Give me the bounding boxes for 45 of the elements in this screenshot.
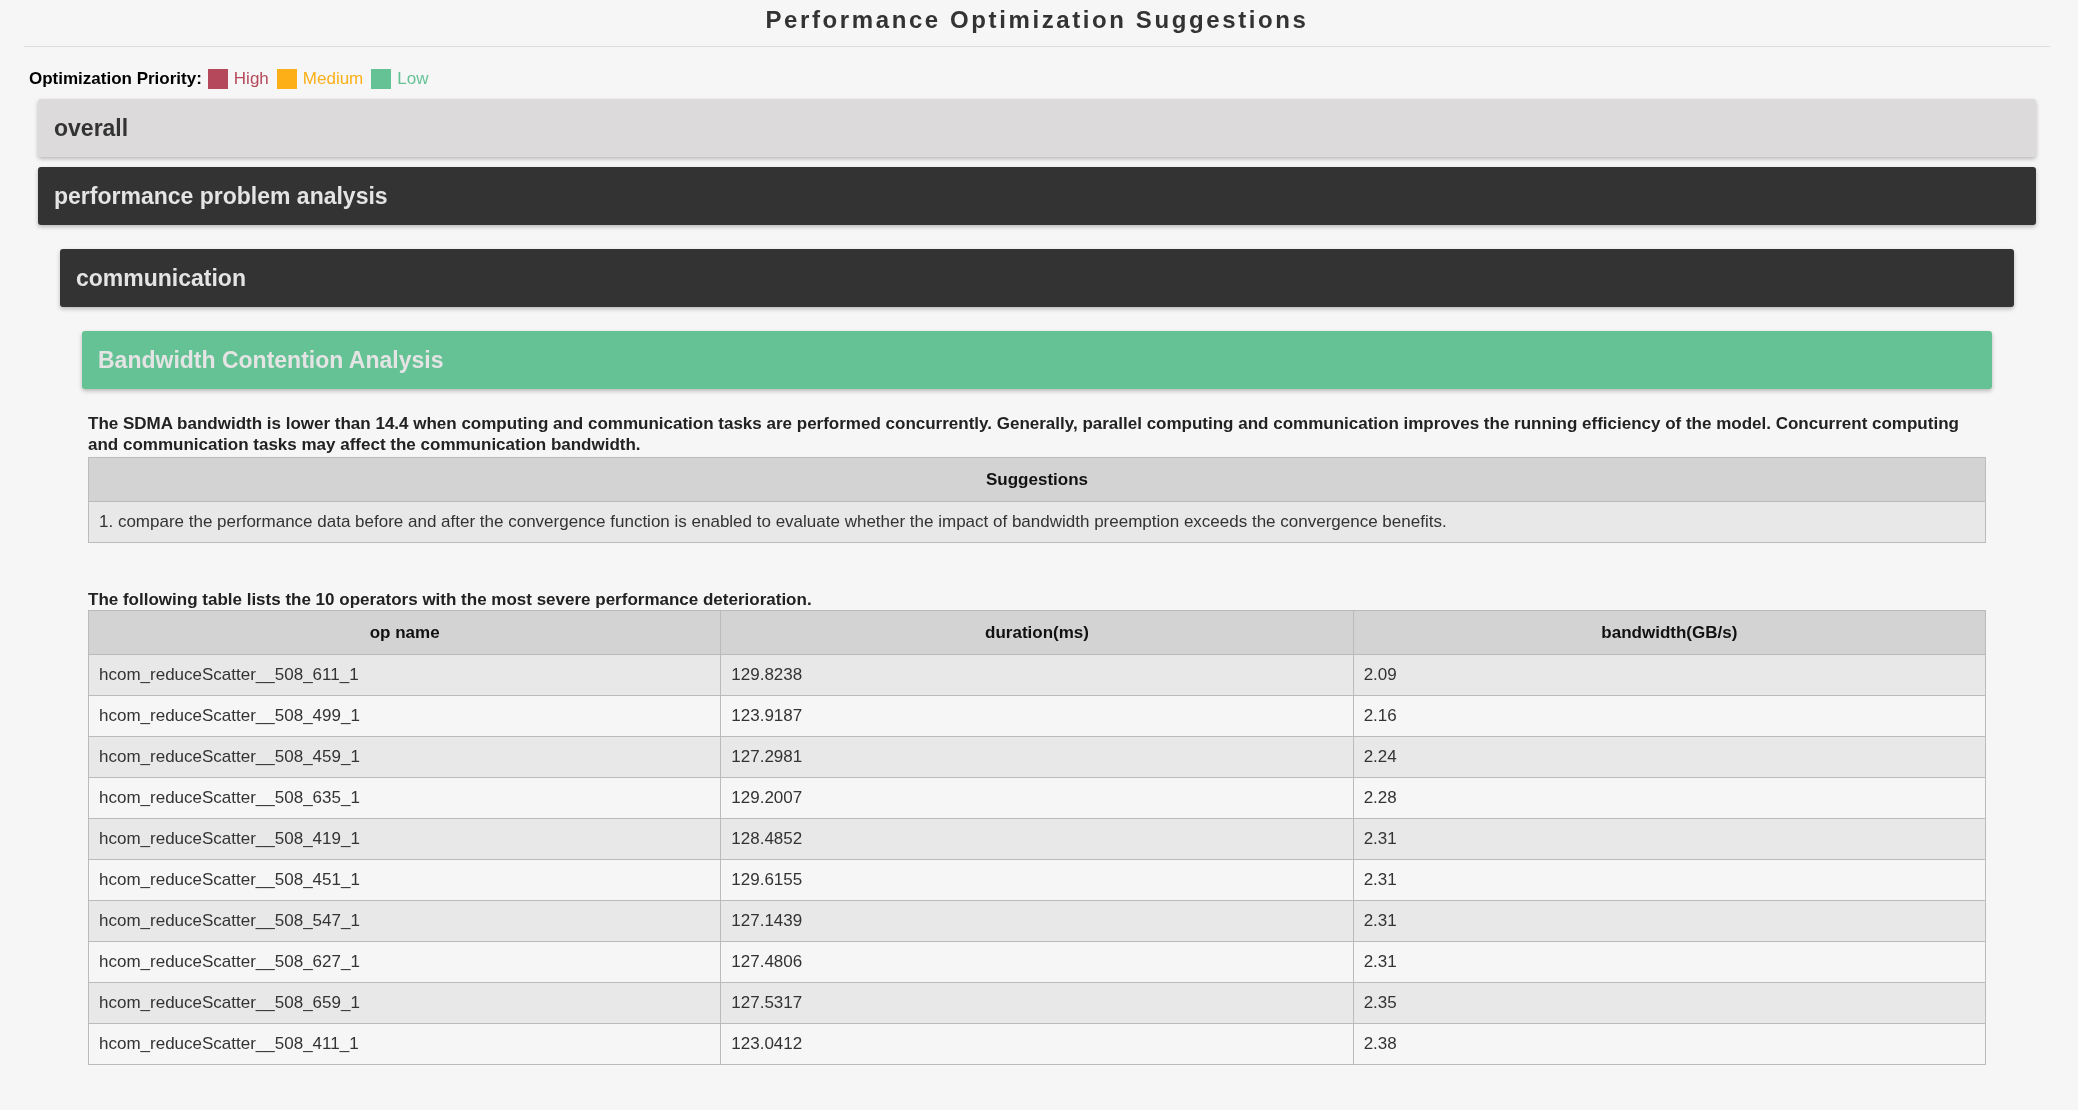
table-cell: 2.09: [1353, 654, 1986, 696]
table-cell: 127.4806: [720, 941, 1354, 983]
table-cell: 2.31: [1353, 818, 1986, 860]
table-cell: 129.6155: [720, 859, 1354, 901]
table-caption: The following table lists the 10 operators with the most severe performance deterioration.: [88, 589, 813, 610]
table-header: Suggestions: [88, 457, 1986, 502]
table-cell: hcom_reduceScatter__508_451_1: [88, 859, 721, 901]
table-cell: 2.38: [1353, 1023, 1986, 1065]
table-cell: 2.31: [1353, 900, 1986, 942]
table-cell: hcom_reduceScatter__508_499_1: [88, 695, 721, 737]
table-cell: hcom_reduceScatter__508_635_1: [88, 777, 721, 819]
priority-label: Medium: [302, 69, 364, 89]
table-cell: 127.5317: [720, 982, 1354, 1024]
table-cell: hcom_reduceScatter__508_419_1: [88, 818, 721, 860]
section-header[interactable]: overall: [38, 99, 2036, 157]
section-header[interactable]: performance problem analysis: [38, 167, 2036, 225]
table-cell: 128.4852: [720, 818, 1354, 860]
table-cell: 2.16: [1353, 695, 1986, 737]
table-cell: 1. compare the performance data before and after the convergence function is enabled to evaluate whether the impact of bandwidth preemption exceeds the convergence benefits.: [88, 501, 1986, 543]
table-cell: hcom_reduceScatter__508_411_1: [88, 1023, 721, 1065]
page-title: Performance Optimization Suggestions: [765, 6, 1309, 34]
table-cell: hcom_reduceScatter__508_547_1: [88, 900, 721, 942]
table-header: bandwidth(GB/s): [1353, 610, 1986, 655]
table-cell: hcom_reduceScatter__508_459_1: [88, 736, 721, 778]
table-header: op name: [88, 610, 721, 655]
section-header[interactable]: communication: [60, 249, 2014, 307]
table-cell: hcom_reduceScatter__508_659_1: [88, 982, 721, 1024]
table-cell: hcom_reduceScatter__508_627_1: [88, 941, 721, 983]
table-cell: 127.2981: [720, 736, 1354, 778]
legend-label: Optimization Priority:: [29, 69, 202, 89]
table-header: duration(ms): [720, 610, 1354, 655]
issue-description: The SDMA bandwidth is lower than 14.4 when computing and communication tasks are performed concurrently. Generally, parallel computing and communication improves the running efficiency of the model. Concurrent computing and communication tasks may affect the communication bandwidth.: [88, 413, 1960, 455]
table-cell: 123.9187: [720, 695, 1354, 737]
table-cell: 2.31: [1353, 859, 1986, 901]
table-cell: 2.31: [1353, 941, 1986, 983]
table-cell: 123.0412: [720, 1023, 1354, 1065]
table-cell: 2.35: [1353, 982, 1986, 1024]
table-cell: 129.8238: [720, 654, 1354, 696]
table-cell: 2.28: [1353, 777, 1986, 819]
table-cell: 129.2007: [720, 777, 1354, 819]
table-cell: 127.1439: [720, 900, 1354, 942]
priority-label: High: [233, 69, 269, 89]
priority-label: Low: [397, 69, 429, 89]
table-cell: hcom_reduceScatter__508_611_1: [88, 654, 721, 696]
table-cell: 2.24: [1353, 736, 1986, 778]
